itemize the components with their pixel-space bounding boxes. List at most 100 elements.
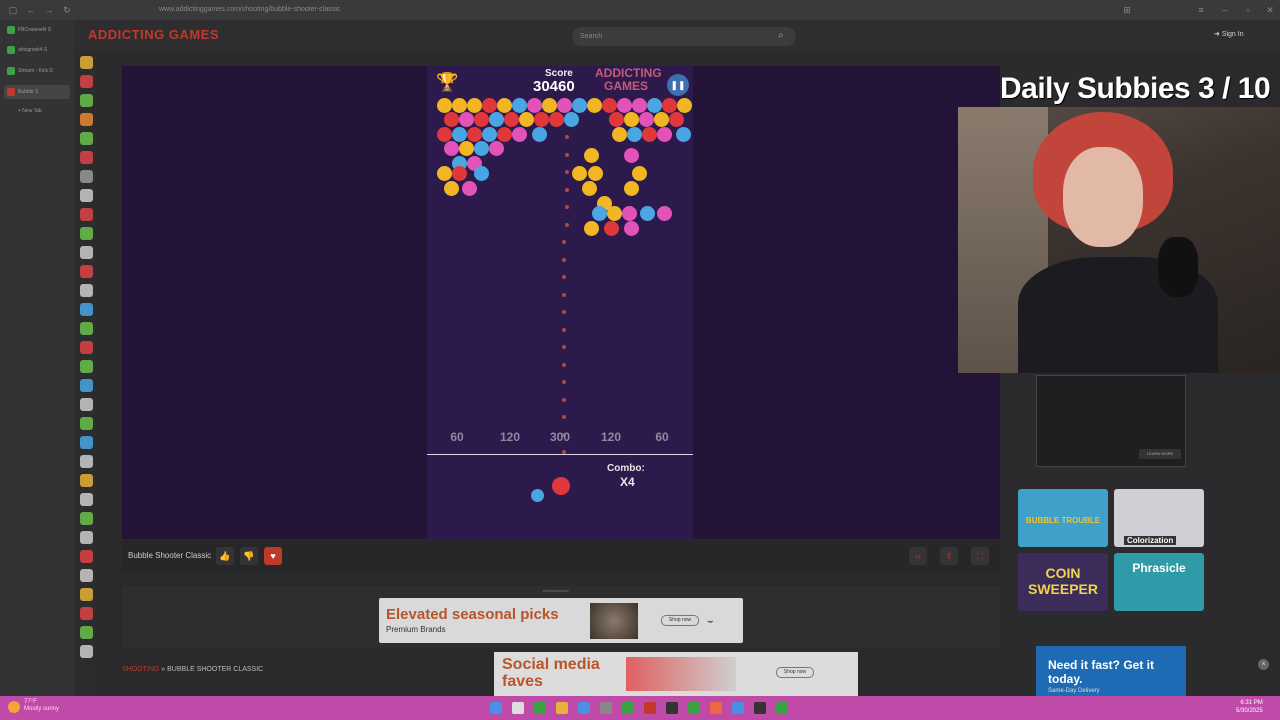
category-icon[interactable] xyxy=(80,208,93,221)
category-icon[interactable] xyxy=(80,94,93,107)
taskbar-app-icon[interactable] xyxy=(688,702,700,714)
breadcrumb-category-link[interactable]: SHOOTING xyxy=(122,666,159,673)
related-game-coin-sweeper[interactable]: COIN SWEEPER xyxy=(1018,553,1108,611)
related-game-colorization[interactable]: Colorization xyxy=(1114,489,1204,547)
bubble xyxy=(564,112,579,127)
category-icon[interactable] xyxy=(80,550,93,563)
shop-now-button[interactable]: Shop now xyxy=(776,667,814,678)
category-icon[interactable] xyxy=(80,455,93,468)
tab-item[interactable]: FBCnsieneN S xyxy=(4,23,70,37)
bubble xyxy=(467,127,482,142)
tab-item[interactable]: Stream - Kick D xyxy=(4,64,70,78)
category-icon[interactable] xyxy=(80,493,93,506)
menu-icon[interactable]: ≡ xyxy=(1196,5,1206,15)
extensions-icon[interactable]: ⊞ xyxy=(1122,5,1132,15)
tab-item-active[interactable]: Bubble S xyxy=(4,85,70,99)
ad-product-image xyxy=(590,603,638,639)
bubble xyxy=(527,98,542,113)
related-game-phrasicle[interactable]: Phrasicle xyxy=(1114,553,1204,611)
category-icon[interactable] xyxy=(80,398,93,411)
taskbar-app-icon[interactable] xyxy=(754,702,766,714)
new-tab-button[interactable]: + New Tab xyxy=(4,104,70,118)
thumbs-down-icon[interactable]: 👎 xyxy=(240,547,258,565)
taskbar-app-icon[interactable] xyxy=(534,702,546,714)
fullscreen-icon[interactable]: ⛶ xyxy=(971,547,989,565)
system-clock[interactable]: 6:31 PM 5/30/2025 xyxy=(1236,699,1263,715)
sidebar-toggle-icon[interactable]: ▢ xyxy=(8,5,18,15)
back-icon[interactable]: ← xyxy=(26,5,36,15)
category-icon[interactable] xyxy=(80,170,93,183)
favorite-heart-icon[interactable]: ♥ xyxy=(264,547,282,565)
category-icon[interactable] xyxy=(80,284,93,297)
thumbs-up-icon[interactable]: 👍 xyxy=(216,547,234,565)
taskbar-app-icon[interactable] xyxy=(578,702,590,714)
weather-temp: 77°F xyxy=(24,699,37,705)
related-game-bubble-trouble[interactable]: BUBBLE TROUBLE xyxy=(1018,489,1108,547)
learn-more-button[interactable]: LEARN MORE xyxy=(1139,449,1181,459)
category-icon[interactable] xyxy=(80,569,93,582)
maximize-icon[interactable]: ▫ xyxy=(1243,5,1253,15)
shop-now-button[interactable]: Shop now xyxy=(661,615,699,626)
aim-dot xyxy=(562,240,566,244)
category-icon[interactable] xyxy=(80,189,93,202)
bubble xyxy=(549,112,564,127)
category-icon[interactable] xyxy=(80,588,93,601)
category-icon[interactable] xyxy=(80,246,93,259)
taskbar-app-icon[interactable] xyxy=(600,702,612,714)
aim-dot xyxy=(562,275,566,279)
taskbar-app-icon[interactable] xyxy=(490,702,502,714)
tab-label: ahtsgrosk4 S xyxy=(18,47,48,53)
category-icon[interactable] xyxy=(80,265,93,278)
category-icon[interactable] xyxy=(80,360,93,373)
site-logo[interactable]: ADDICTING GAMES xyxy=(88,27,219,42)
bubble xyxy=(639,112,654,127)
bubble xyxy=(584,221,599,236)
category-icon[interactable] xyxy=(80,512,93,525)
shooter-bubble[interactable] xyxy=(552,477,570,495)
microphone-icon xyxy=(1158,237,1198,297)
category-icon[interactable] xyxy=(80,531,93,544)
category-icon[interactable] xyxy=(80,132,93,145)
category-icon[interactable] xyxy=(80,379,93,392)
sign-in-button[interactable]: ➜ Sign In xyxy=(1214,30,1244,38)
taskbar-app-icon[interactable] xyxy=(556,702,568,714)
category-icon[interactable] xyxy=(80,75,93,88)
category-icon[interactable] xyxy=(80,151,93,164)
category-icon[interactable] xyxy=(80,436,93,449)
category-icon[interactable] xyxy=(80,626,93,639)
share-icon[interactable]: ⇪ xyxy=(940,547,958,565)
close-icon[interactable]: ✕ xyxy=(1265,5,1275,15)
category-icon[interactable] xyxy=(80,474,93,487)
search-icon[interactable]: ⌕ xyxy=(778,30,784,41)
category-icon[interactable] xyxy=(80,322,93,335)
taskbar-app-icon[interactable] xyxy=(512,702,524,714)
category-icon[interactable] xyxy=(80,227,93,240)
pause-icon[interactable]: ❚❚ xyxy=(667,74,689,96)
embed-code-icon[interactable]: ‹› xyxy=(909,547,927,565)
category-icon[interactable] xyxy=(80,645,93,658)
forward-icon[interactable]: → xyxy=(44,5,54,15)
category-icon[interactable] xyxy=(80,417,93,430)
aim-dot xyxy=(565,170,569,174)
category-icon[interactable] xyxy=(80,607,93,620)
taskbar-app-icon[interactable] xyxy=(666,702,678,714)
weather-widget[interactable]: 77°F Mostly sunny xyxy=(24,699,59,713)
bubble xyxy=(587,98,602,113)
taskbar-app-icon[interactable] xyxy=(710,702,722,714)
vertical-tab-strip xyxy=(0,20,74,696)
taskbar-app-icon[interactable] xyxy=(776,702,788,714)
taskbar-app-icon[interactable] xyxy=(732,702,744,714)
close-icon[interactable]: × xyxy=(1258,659,1269,670)
category-icon[interactable] xyxy=(80,113,93,126)
category-icon[interactable] xyxy=(80,303,93,316)
category-icon[interactable] xyxy=(80,341,93,354)
minimize-icon[interactable]: – xyxy=(1220,5,1230,15)
search-input[interactable]: Search xyxy=(572,27,796,46)
taskbar-app-icon[interactable] xyxy=(622,702,634,714)
tab-item[interactable]: ahtsgrosk4 S xyxy=(4,43,70,57)
reload-icon[interactable]: ↻ xyxy=(62,5,72,15)
category-icon[interactable] xyxy=(80,56,93,69)
address-bar[interactable]: www.addictinggames.com/shooting/bubble-s… xyxy=(145,3,1045,17)
taskbar-app-icon[interactable] xyxy=(644,702,656,714)
aim-dot xyxy=(562,292,566,297)
